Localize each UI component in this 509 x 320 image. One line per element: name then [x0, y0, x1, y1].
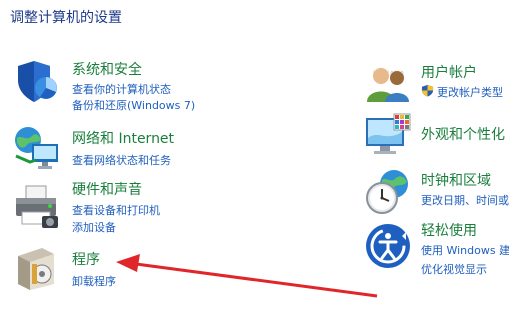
- annotation-arrow: [116, 254, 378, 298]
- control-panel-page: 调整计算机的设置 系统和安全 查看你的计算机状态 备份和还原(Windows 7…: [0, 0, 509, 320]
